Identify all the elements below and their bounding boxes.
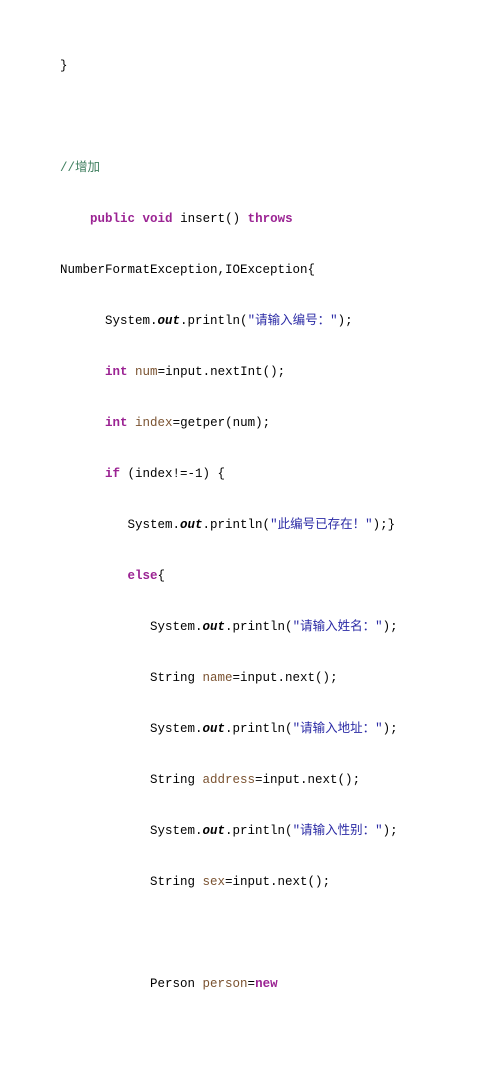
code-line: //增加: [60, 160, 460, 178]
code-line: Person person=new: [60, 976, 460, 994]
text: );: [383, 722, 398, 736]
keyword-int: int: [105, 365, 128, 379]
string-literal: "请输入性别：": [293, 824, 383, 838]
keyword-throws: throws: [248, 212, 293, 226]
code-line: NumberFormatException,IOException{: [60, 262, 460, 280]
keyword-void: void: [143, 212, 173, 226]
text: System.: [150, 824, 203, 838]
brace-close: }: [60, 59, 68, 73]
variable: index: [135, 416, 173, 430]
code-line: System.out.println("此编号已存在！");}: [60, 517, 460, 535]
method-name: insert(): [173, 212, 248, 226]
exceptions-text: NumberFormatException,IOException{: [60, 263, 315, 277]
equals: =: [248, 977, 256, 991]
text: System.: [150, 722, 203, 736]
text: (index!=-1) {: [120, 467, 225, 481]
code-line: System.out.println("请输入性别：");: [60, 823, 460, 841]
text: =input.nextInt();: [158, 365, 286, 379]
type-string: String: [150, 773, 203, 787]
code-line: System.out.println("请输入地址：");: [60, 721, 460, 739]
text: .println(: [180, 314, 248, 328]
code-line: System.out.println("请输入姓名：");: [60, 619, 460, 637]
text: .println(: [225, 620, 293, 634]
variable: name: [203, 671, 233, 685]
variable: sex: [203, 875, 226, 889]
text: =getper(num);: [173, 416, 271, 430]
string-literal: "请输入编号：": [248, 314, 338, 328]
keyword-int: int: [105, 416, 128, 430]
variable: person: [203, 977, 248, 991]
text: );: [383, 620, 398, 634]
text: System.: [150, 620, 203, 634]
text: .println(: [225, 722, 293, 736]
variable: num: [135, 365, 158, 379]
text: System.: [128, 518, 181, 532]
brace-open: {: [158, 569, 166, 583]
string-literal: "请输入地址：": [293, 722, 383, 736]
blank-line: [60, 925, 460, 943]
code-line: }: [60, 58, 460, 76]
code-page: } //增加 public void insert() throws Numbe…: [0, 0, 500, 1067]
code-line: int num=input.nextInt();: [60, 364, 460, 382]
space: [128, 416, 136, 430]
type-person: Person: [150, 977, 203, 991]
text: System.: [105, 314, 158, 328]
field-out: out: [158, 314, 181, 328]
type-string: String: [150, 671, 203, 685]
code-line: String sex=input.next();: [60, 874, 460, 892]
keyword-if: if: [105, 467, 120, 481]
code-line: else{: [60, 568, 460, 586]
code-line: if (index!=-1) {: [60, 466, 460, 484]
text: =input.next();: [255, 773, 360, 787]
code-line: String name=input.next();: [60, 670, 460, 688]
field-out: out: [180, 518, 203, 532]
comment-text: //增加: [60, 161, 100, 175]
text: .println(: [203, 518, 271, 532]
blank-line: [60, 109, 460, 127]
field-out: out: [203, 824, 226, 838]
text: );}: [373, 518, 396, 532]
text: );: [383, 824, 398, 838]
code-line: System.out.println("请输入编号：");: [60, 313, 460, 331]
string-literal: "请输入姓名：": [293, 620, 383, 634]
variable: address: [203, 773, 256, 787]
space: [128, 365, 136, 379]
keyword-new: new: [255, 977, 278, 991]
text: =input.next();: [225, 875, 330, 889]
keyword-public: public: [90, 212, 135, 226]
keyword-else: else: [128, 569, 158, 583]
type-string: String: [150, 875, 203, 889]
code-line: public void insert() throws: [60, 211, 460, 229]
code-line: String address=input.next();: [60, 772, 460, 790]
code-line: int index=getper(num);: [60, 415, 460, 433]
field-out: out: [203, 722, 226, 736]
text: =input.next();: [233, 671, 338, 685]
string-literal: "此编号已存在！": [270, 518, 373, 532]
field-out: out: [203, 620, 226, 634]
text: );: [338, 314, 353, 328]
text: .println(: [225, 824, 293, 838]
